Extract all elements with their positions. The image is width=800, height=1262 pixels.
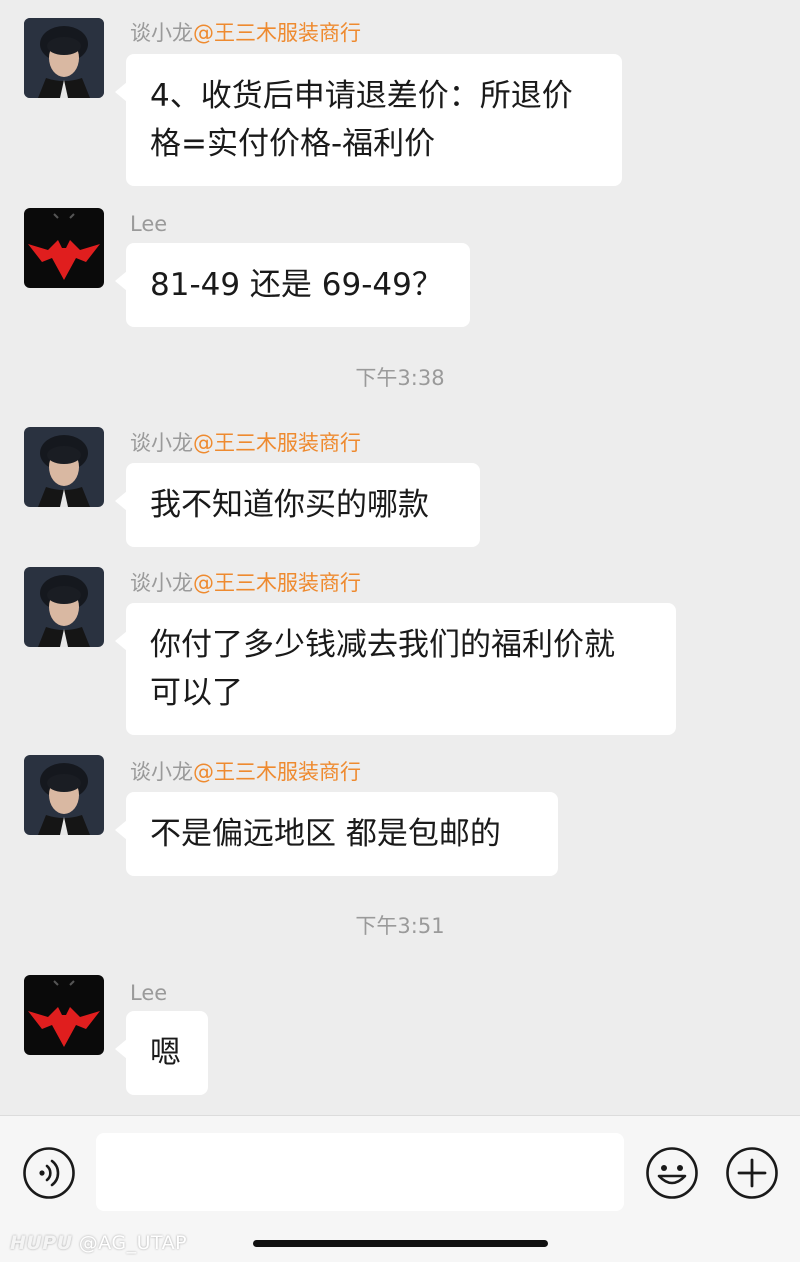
- message-bubble[interactable]: 4、收货后申请退差价：所退价 格=实付价格-福利价: [115, 54, 622, 186]
- sender-name: Lee: [130, 980, 167, 1006]
- avatar-tan-xiaolong[interactable]: [24, 755, 104, 835]
- mention-tag[interactable]: @王三木服装商行: [193, 21, 361, 45]
- message-bubble[interactable]: 我不知道你买的哪款: [115, 463, 480, 547]
- sender-label: Lee: [130, 212, 168, 236]
- home-indicator[interactable]: [253, 1240, 548, 1247]
- sender-label: Lee: [130, 981, 168, 1005]
- message-line: 不是偏远地区 都是包邮的: [150, 816, 501, 852]
- sender-label: 谈小龙: [130, 571, 193, 595]
- voice-icon: [23, 1147, 75, 1199]
- message-line: 可以了: [150, 675, 243, 711]
- message-line: 你付了多少钱减去我们的福利价就: [150, 627, 615, 663]
- sender-label: 谈小龙: [130, 760, 193, 784]
- hupu-logo: HUPU: [10, 1232, 73, 1254]
- mention-tag[interactable]: @王三木服装商行: [193, 571, 361, 595]
- plus-icon: [726, 1147, 778, 1199]
- watermark-handle: @AG_UTAP: [78, 1232, 188, 1254]
- message-bubble[interactable]: 81-49 还是 69-49？: [115, 243, 470, 327]
- mention-tag[interactable]: @王三木服装商行: [193, 760, 361, 784]
- sender-label: 谈小龙: [130, 431, 193, 455]
- message-input[interactable]: [96, 1133, 624, 1211]
- message-line: 格=实付价格-福利价: [150, 126, 436, 162]
- avatar-lee[interactable]: [24, 208, 104, 288]
- avatar-lee[interactable]: [24, 975, 104, 1055]
- chat-area[interactable]: 谈小龙@王三木服装商行 4、收货后申请退差价：所退价 格=实付价格-福利价 Le…: [0, 0, 800, 1115]
- watermark: HUPU @AG_UTAP: [10, 1232, 187, 1254]
- avatar-tan-xiaolong[interactable]: [24, 427, 104, 507]
- message-line: 4、收货后申请退差价：所退价: [150, 78, 573, 114]
- mention-tag[interactable]: @王三木服装商行: [193, 431, 361, 455]
- sender-name: 谈小龙@王三木服装商行: [130, 430, 361, 456]
- sender-name: 谈小龙@王三木服装商行: [130, 570, 361, 596]
- avatar-tan-xiaolong[interactable]: [24, 567, 104, 647]
- message-bubble[interactable]: 不是偏远地区 都是包邮的: [115, 792, 558, 876]
- timestamp: 下午3:51: [355, 914, 445, 938]
- more-button[interactable]: [725, 1146, 779, 1200]
- sender-name: Lee: [130, 211, 167, 237]
- message-line: 我不知道你买的哪款: [150, 487, 429, 523]
- message-bubble[interactable]: 嗯: [115, 1011, 208, 1095]
- message-bubble[interactable]: 你付了多少钱减去我们的福利价就 可以了: [115, 603, 676, 735]
- sender-name: 谈小龙@王三木服装商行: [130, 20, 361, 46]
- timestamp: 下午3:38: [355, 366, 445, 390]
- message-line: 嗯: [150, 1035, 181, 1071]
- message-line: 81-49 还是 69-49？: [150, 267, 443, 303]
- emoji-icon: [646, 1147, 698, 1199]
- emoji-button[interactable]: [645, 1146, 699, 1200]
- sender-name: 谈小龙@王三木服装商行: [130, 759, 361, 785]
- voice-button[interactable]: [22, 1146, 76, 1200]
- avatar-tan-xiaolong[interactable]: [24, 18, 104, 98]
- sender-label: 谈小龙: [130, 21, 193, 45]
